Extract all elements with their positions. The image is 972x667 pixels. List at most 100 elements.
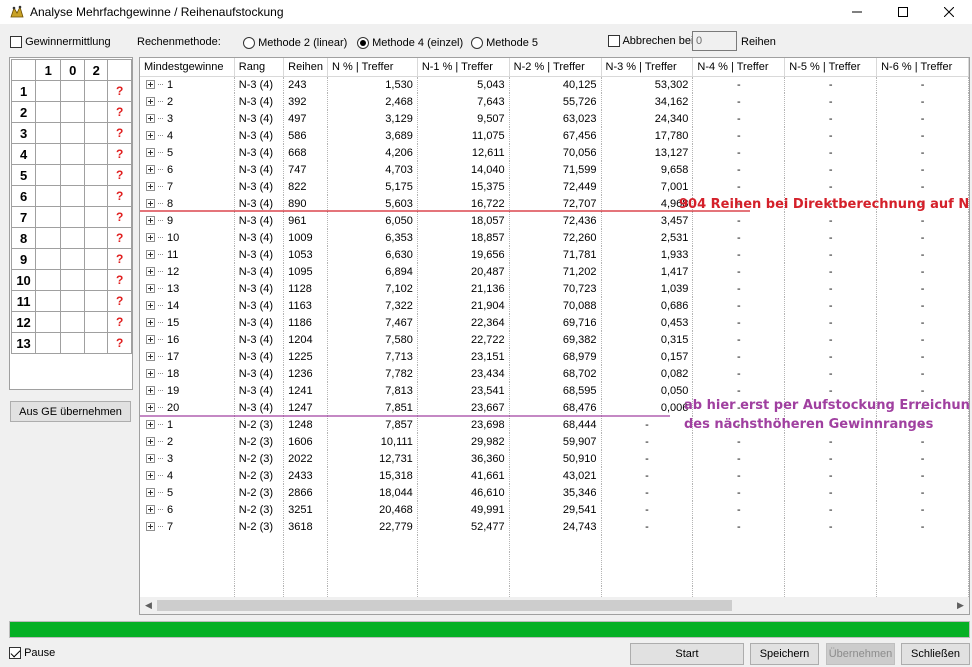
tip-grid-cell[interactable] [83, 248, 109, 270]
method-label-einzel: Methode 4 (einzel) [372, 37, 464, 49]
title-bar: Analyse Mehrfachgewinne / Reihenaufstock… [0, 0, 972, 24]
tip-grid-cell[interactable] [83, 185, 109, 207]
tip-grid-unknown-marker: ? [107, 269, 132, 291]
tip-grid-cell[interactable] [83, 269, 109, 291]
tip-grid-cell[interactable] [83, 164, 109, 186]
tip-grid-cell[interactable] [35, 269, 62, 291]
progress-bar [9, 621, 970, 638]
tip-grid-cell[interactable] [35, 290, 62, 312]
tip-grid-row: 5? [10, 164, 132, 186]
abbrechen-checkbox[interactable]: Abbrechen bei [608, 35, 693, 48]
tip-grid-row: 8? [10, 227, 132, 249]
tip-grid-cell[interactable] [83, 332, 109, 354]
method-radio-5[interactable]: Methode 5 [471, 37, 539, 50]
method-label-linear: Methode 2 (linear) [258, 37, 348, 49]
app-icon [10, 5, 24, 18]
gewinnermittlung-checkbox[interactable]: Gewinnermittlung [10, 36, 111, 49]
tip-grid-cell[interactable] [60, 206, 85, 228]
tip-grid-cell[interactable] [35, 332, 62, 354]
horizontal-scroll-thumb[interactable] [157, 600, 732, 611]
tip-grid-unknown-marker: ? [107, 248, 132, 270]
tip-grid-unknown-marker: ? [107, 143, 132, 165]
gewinnermittlung-check[interactable] [10, 36, 22, 49]
tip-grid-row: 13? [10, 332, 132, 354]
tip-grid-cell[interactable] [83, 122, 109, 144]
uebernehmen-button[interactable]: Übernehmen [826, 643, 895, 665]
tip-grid-unknown-marker: ? [107, 290, 132, 312]
method-radio-linear[interactable]: Methode 2 (linear) [243, 37, 348, 50]
minimize-button[interactable] [834, 0, 880, 24]
tip-grid-cell[interactable] [83, 143, 109, 165]
scroll-right-arrow-icon[interactable]: ▶ [952, 597, 969, 614]
tip-grid-unknown-marker: ? [107, 164, 132, 186]
gewinnermittlung-label: Gewinnermittlung [25, 36, 111, 48]
tip-grid-row-number: 11 [10, 290, 37, 312]
method-radio-5-dot[interactable] [471, 37, 483, 50]
tip-grid-cell[interactable] [35, 80, 62, 102]
tip-grid-cell[interactable] [60, 122, 85, 144]
scroll-left-arrow-icon[interactable]: ◀ [140, 597, 157, 614]
close-button[interactable] [926, 0, 972, 24]
tip-grid-cell[interactable] [35, 185, 62, 207]
tip-grid-cell[interactable] [60, 185, 85, 207]
maximize-button[interactable] [880, 0, 926, 24]
tip-grid-cell[interactable] [60, 311, 85, 333]
tip-grid-row-number: 7 [10, 206, 37, 228]
method-label-5: Methode 5 [486, 37, 539, 49]
tip-grid-cell[interactable] [35, 206, 62, 228]
tip-grid-cell[interactable] [35, 227, 62, 249]
tip-grid-cell[interactable] [83, 290, 109, 312]
tip-grid-cell[interactable] [35, 101, 62, 123]
abbrechen-reihen-input[interactable] [692, 31, 737, 51]
tip-grid-cell[interactable] [60, 332, 85, 354]
start-button[interactable]: Start [630, 643, 744, 665]
pause-checkbox[interactable]: Pause [9, 647, 55, 660]
tip-grid-cell[interactable] [83, 206, 109, 228]
tip-grid-cell[interactable] [60, 227, 85, 249]
results-grid[interactable]: Mindestgewinne Rang Reihen N % | Treffer N-1… [139, 57, 970, 615]
tip-grid-unknown-marker: ? [107, 311, 132, 333]
pause-check[interactable] [9, 647, 21, 660]
tip-grid-unknown-marker: ? [107, 185, 132, 207]
tip-grid-cell[interactable] [60, 80, 85, 102]
tip-grid-cell[interactable] [60, 248, 85, 270]
schliessen-button[interactable]: Schließen [901, 643, 970, 665]
speichern-button[interactable]: Speichern [750, 643, 819, 665]
tip-grid-cell[interactable] [35, 122, 62, 144]
tip-grid-row: 12? [10, 311, 132, 333]
tip-grid-cell[interactable] [83, 311, 109, 333]
horizontal-scrollbar[interactable]: ◀ ▶ [140, 597, 969, 614]
tip-grid-cell[interactable] [83, 80, 109, 102]
aus-ge-uebernehmen-button[interactable]: Aus GE übernehmen [10, 401, 131, 422]
tip-grid-row-number: 13 [10, 332, 37, 354]
tip-grid-cell[interactable] [60, 269, 85, 291]
window-title: Analyse Mehrfachgewinne / Reihenaufstock… [30, 5, 284, 19]
tip-grid-cell[interactable] [35, 143, 62, 165]
direct-annotation: 904 Reihen bei Direktberechnung auf N-2 [679, 197, 970, 212]
tip-grid-row: 2? [10, 101, 132, 123]
close-icon [944, 7, 954, 17]
tip-grid-cell[interactable] [60, 101, 85, 123]
tip-grid-row: 3? [10, 122, 132, 144]
tip-grid-unknown-marker: ? [107, 101, 132, 123]
tip-grid-cell[interactable] [60, 164, 85, 186]
tip-grid-row: 6? [10, 185, 132, 207]
method-radio-einzel-dot[interactable] [357, 37, 369, 50]
abbrechen-check[interactable] [608, 35, 620, 48]
tip-grid-cell[interactable] [60, 290, 85, 312]
tip-grid-cell[interactable] [35, 164, 62, 186]
annotation-lines [140, 210, 750, 417]
tip-grid-cell[interactable] [35, 248, 62, 270]
tip-grid-cell[interactable] [83, 227, 109, 249]
tip-grid-col-header: 0 [60, 59, 85, 81]
tip-grid-unknown-marker: ? [107, 227, 132, 249]
minimize-icon [852, 11, 862, 13]
tip-grid-cell[interactable] [60, 143, 85, 165]
tip-grid-marker-header [107, 59, 132, 81]
method-radio-einzel[interactable]: Methode 4 (einzel) [357, 37, 464, 50]
tip-grid-cell[interactable] [83, 101, 109, 123]
tip-grid-cell[interactable] [35, 311, 62, 333]
tip-grid-header: 102 [10, 59, 132, 81]
tip-grid-row-number: 8 [10, 227, 37, 249]
method-radio-linear-dot[interactable] [243, 37, 255, 50]
